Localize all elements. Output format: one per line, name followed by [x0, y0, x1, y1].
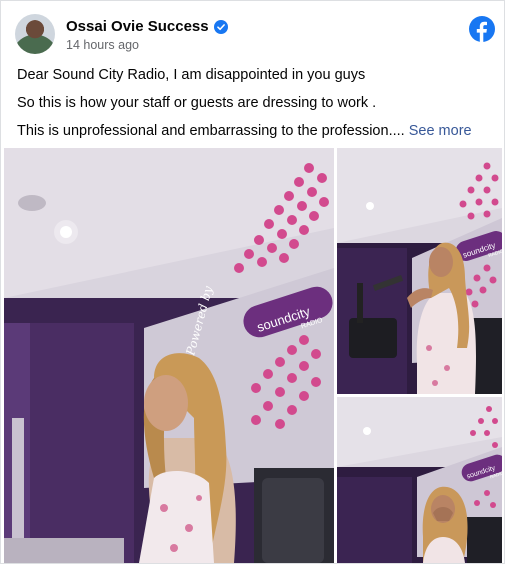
photo-bottom-right[interactable]: soundcity RADIO — [337, 397, 502, 563]
post-body: Dear Sound City Radio, I am disappointed… — [17, 67, 487, 151]
facebook-post: Ossai Ovie Success 14 hours ago Dear Sou… — [0, 0, 505, 564]
verified-badge-icon — [213, 19, 228, 34]
photo-top-right[interactable]: soundcity RADIO — [337, 148, 502, 394]
avatar[interactable] — [15, 14, 55, 54]
post-paragraph-3: This is unprofessional and embarrassing … — [17, 123, 487, 139]
post-timestamp[interactable]: 14 hours ago — [66, 38, 139, 52]
author-line: Ossai Ovie Success — [66, 18, 228, 35]
post-paragraph-2: So this is how your staff or guests are … — [17, 95, 377, 111]
facebook-logo-icon[interactable] — [469, 16, 495, 42]
photo-gallery: soundcity RADIO Powered by soundcity RAD… — [4, 148, 502, 563]
post-header: Ossai Ovie Success 14 hours ago — [15, 14, 495, 58]
see-more-link[interactable]: See more — [409, 123, 472, 139]
author-name[interactable]: Ossai Ovie Success — [66, 18, 209, 35]
photo-main[interactable]: soundcity RADIO Powered by — [4, 148, 334, 563]
post-paragraph-3-text: This is unprofessional and embarrassing … — [17, 123, 405, 139]
post-paragraph-1: Dear Sound City Radio, I am disappointed… — [17, 67, 366, 83]
